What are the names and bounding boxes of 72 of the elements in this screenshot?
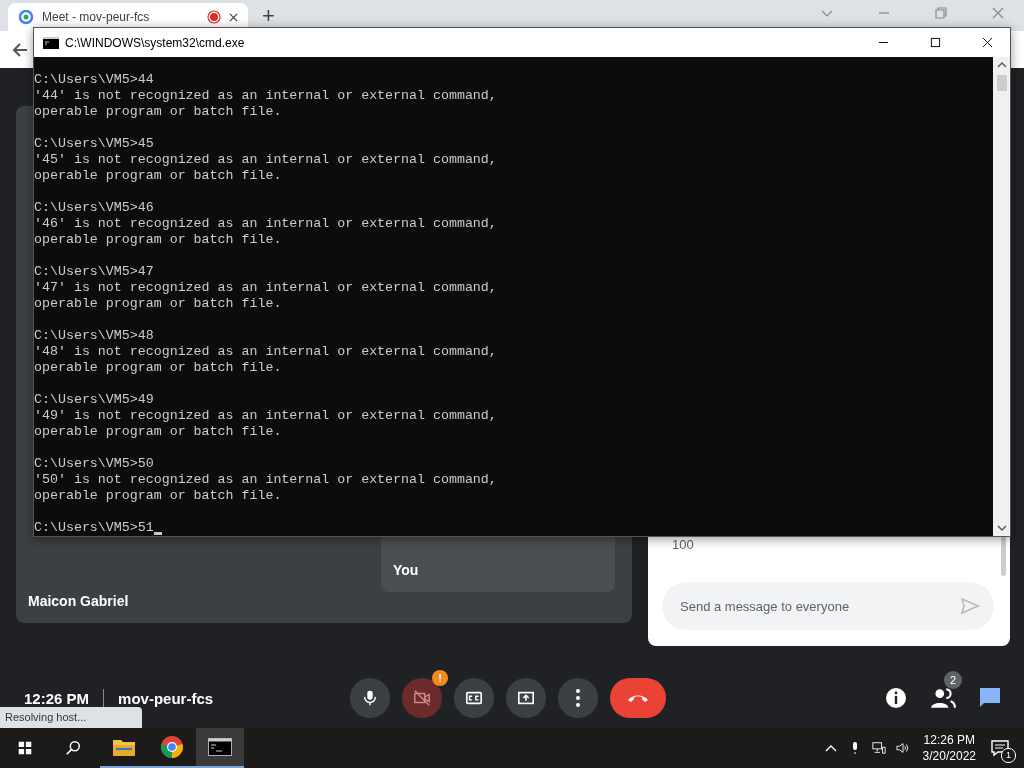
meeting-time: 12:26 PM (24, 689, 90, 707)
console-line: operable program or batch file. (34, 360, 282, 376)
console-line: C:\Users\VM5>48 (34, 328, 154, 344)
browser-icon (160, 735, 184, 759)
scrollbar[interactable] (1001, 536, 1006, 576)
captions-icon (465, 689, 483, 707)
console-line: operable program or batch file. (34, 104, 282, 120)
console-line: '47' is not recognized as an internal or external command, (34, 280, 497, 296)
terminal-icon (208, 738, 232, 756)
meeting-code: mov-peur-fcs (118, 689, 214, 707)
console-line: C:\Users\VM5>45 (34, 136, 154, 152)
alert-badge: ! (432, 670, 448, 686)
taskbar-clock[interactable]: 12:26 PM 3/20/2022 (922, 732, 976, 764)
back-arrow-icon[interactable] (12, 41, 28, 58)
message-field[interactable]: Send a message to everyone (662, 582, 994, 630)
console-line: '48' is not recognized as an internal or external command, (34, 344, 497, 360)
participant-name: You (393, 562, 419, 578)
message-input[interactable]: Send a message to everyone (678, 597, 960, 615)
console-line: C:\Users\VM5>47 (34, 264, 154, 280)
people-icon[interactable] (930, 687, 956, 709)
console-line: C:\Users\VM5>46 (34, 200, 154, 216)
captions-button[interactable] (454, 678, 494, 718)
maximize-icon[interactable] (930, 37, 941, 48)
windows-start-icon[interactable] (16, 739, 34, 757)
mic-button[interactable] (350, 678, 390, 718)
meet-icon (18, 9, 34, 26)
console-line: C:\Users\VM5>51 (34, 520, 154, 536)
console-line: '50' is not recognized as an internal or external command, (34, 472, 497, 488)
window-title: C:\WINDOWS\system32\cmd.exe (65, 35, 245, 50)
console-line: operable program or batch file. (34, 168, 282, 184)
chat-icon[interactable] (978, 686, 1002, 710)
console-line: '49' is not recognized as an internal or external command, (34, 408, 497, 424)
info-icon[interactable] (884, 686, 908, 710)
cmd-taskbar-button[interactable] (196, 728, 244, 768)
tab-title: Meet - mov-peur-fcs (42, 10, 151, 25)
console-line: operable program or batch file. (34, 232, 282, 248)
close-icon[interactable] (982, 37, 993, 48)
console-line: '45' is not recognized as an internal or external command, (34, 152, 497, 168)
new-tab-button[interactable]: + (262, 3, 275, 30)
volume-icon[interactable] (895, 741, 910, 755)
search-icon[interactable] (64, 739, 82, 757)
clock-date: 3/20/2022 (922, 748, 976, 764)
network-icon[interactable] (871, 741, 886, 755)
scroll-up-icon[interactable] (996, 61, 1007, 69)
console-line: operable program or batch file. (34, 296, 282, 312)
scrollbar[interactable] (993, 57, 1010, 536)
leave-button[interactable] (610, 678, 666, 718)
chat-message: 100 (672, 537, 695, 552)
camera-off-icon (413, 689, 431, 707)
scroll-down-icon[interactable] (996, 524, 1007, 532)
more-options-icon (576, 689, 580, 707)
camera-button[interactable] (402, 678, 442, 718)
console-line: C:\Users\VM5>49 (34, 392, 154, 408)
console-line: operable program or batch file. (34, 488, 282, 504)
status-tooltip: Resolving host... (0, 707, 142, 728)
present-button[interactable] (506, 678, 546, 718)
participant-name: Maicon Gabriel (28, 593, 129, 609)
console-line: '46' is not recognized as an internal or external command, (34, 216, 497, 232)
console-line: operable program or batch file. (34, 424, 282, 440)
console-line: C:\Users\VM5>50 (34, 456, 154, 472)
notification-count: 1 (1001, 748, 1016, 763)
more-button[interactable] (558, 678, 598, 718)
console-line: C:\Users\VM5>44 (34, 72, 154, 88)
participant-count: 2 (944, 671, 962, 689)
clock-time: 12:26 PM (923, 732, 975, 748)
close-icon[interactable] (229, 12, 238, 22)
console-line: '44' is not recognized as an internal or external command, (34, 88, 497, 104)
folder-icon (112, 737, 136, 757)
present-screen-icon (517, 689, 535, 707)
terminal-icon (43, 36, 59, 49)
scroll-thumb[interactable] (996, 75, 1007, 91)
notifications-icon[interactable] (990, 738, 1010, 758)
